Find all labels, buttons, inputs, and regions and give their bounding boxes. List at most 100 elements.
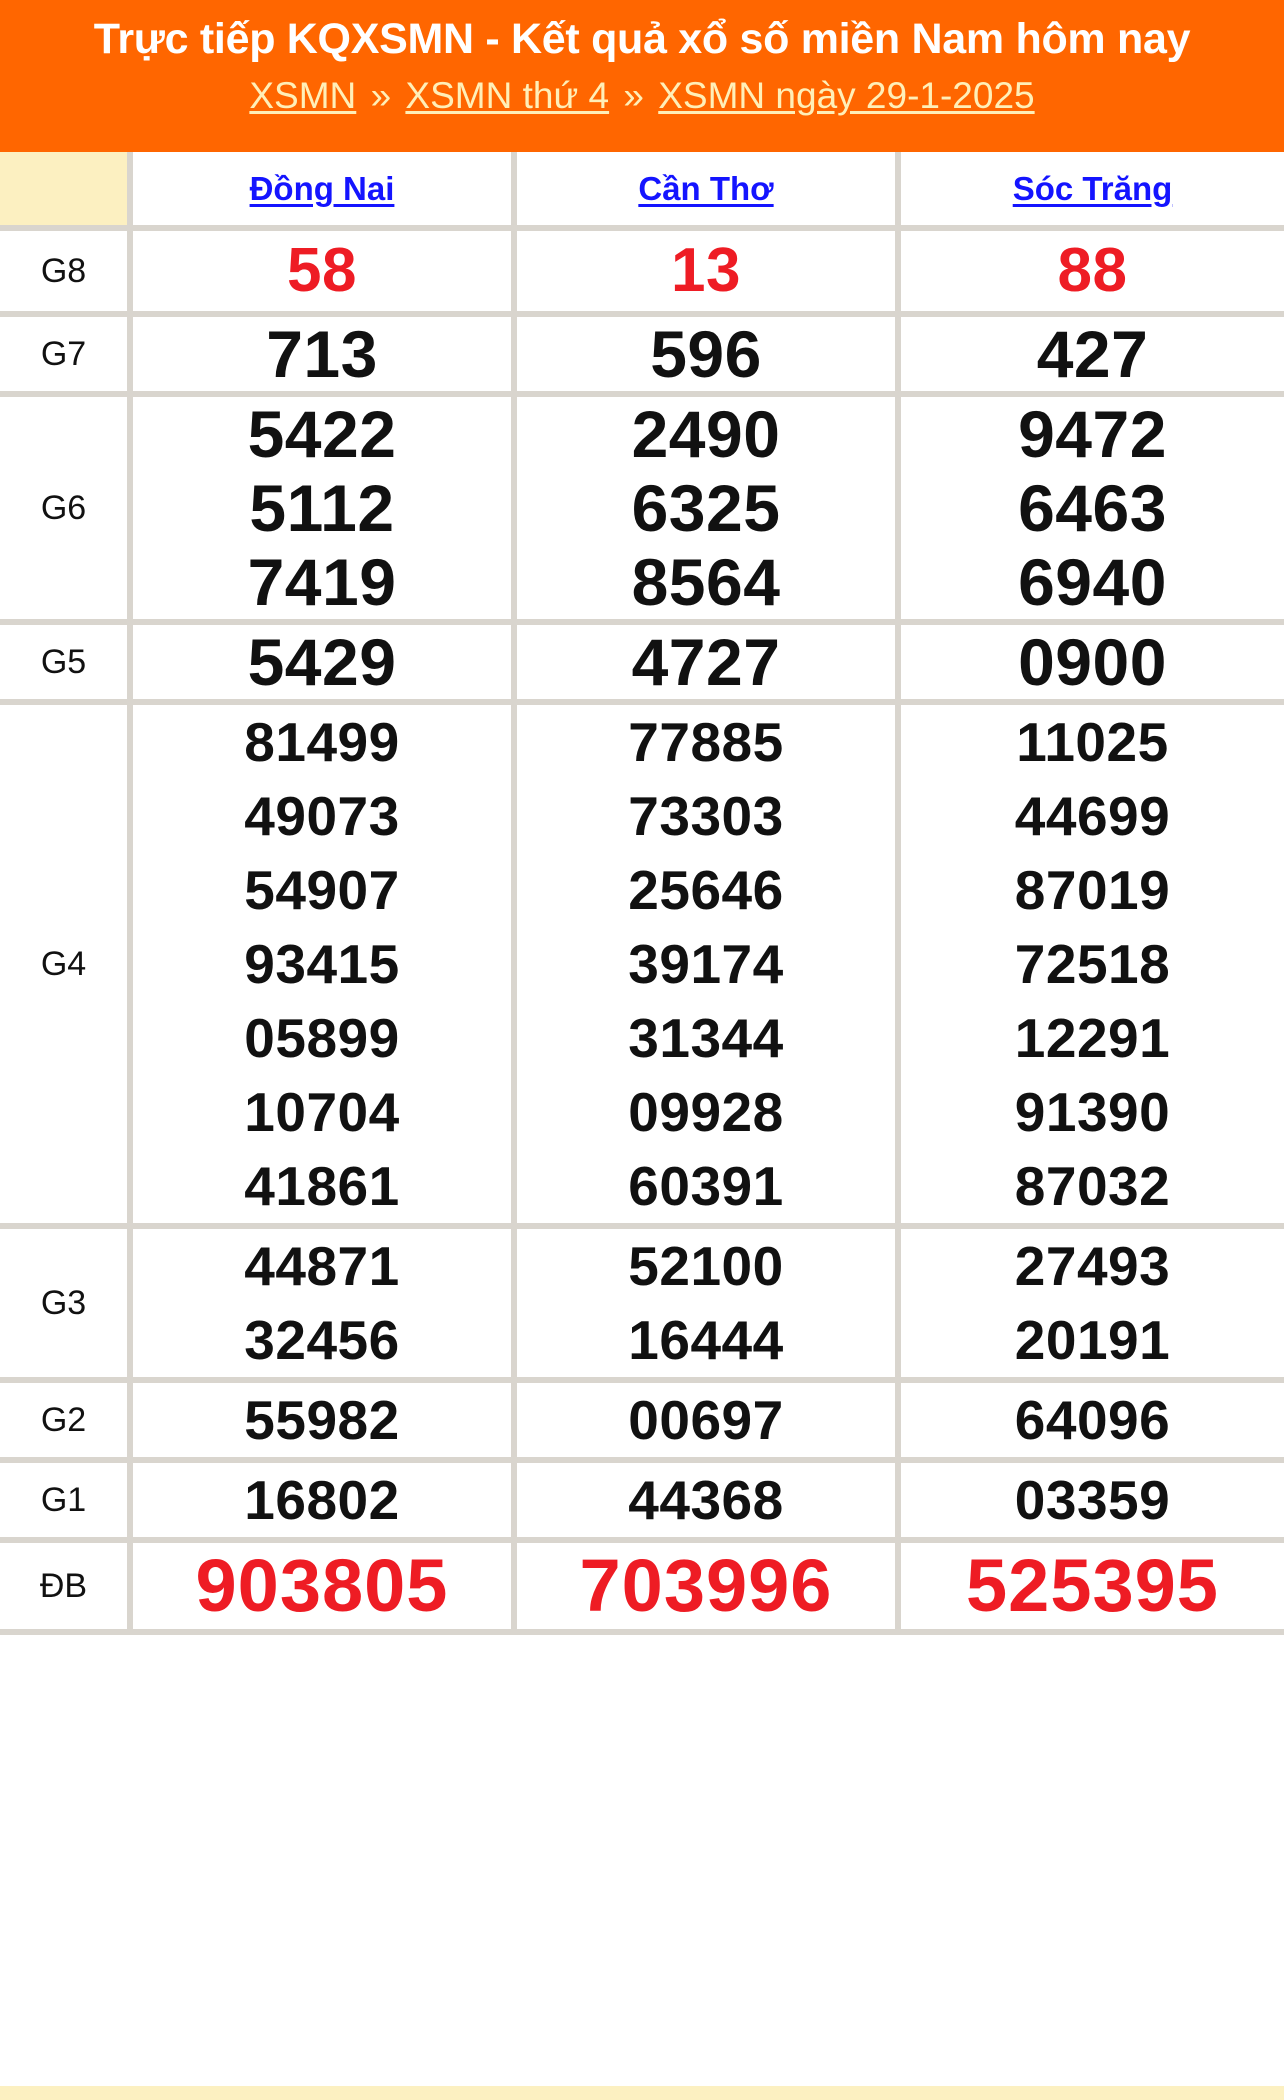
prize-number: 16444 (628, 1309, 784, 1371)
prize-label-text: G2 (40, 1400, 87, 1439)
number-stack: 77885 73303 25646 39174 31344 09928 60391 (517, 705, 895, 1223)
prize-label-text: G8 (40, 251, 87, 290)
prize-cell: 03359 (898, 1460, 1284, 1543)
number-stack: 713 (133, 317, 511, 391)
prize-cell: 703996 (514, 1540, 901, 1635)
prize-number: 27493 (1014, 1235, 1171, 1297)
table-head: Đồng Nai Cần Thơ Sóc Trăng (0, 152, 1284, 231)
prize-cell: 16802 (130, 1460, 517, 1543)
prize-number: 88 (1057, 236, 1128, 305)
number-stack: 44368 (517, 1463, 895, 1537)
prize-number: 6940 (1018, 545, 1167, 619)
province-header-3[interactable]: Sóc Trăng (898, 152, 1284, 231)
prize-number: 64096 (1014, 1389, 1171, 1451)
page-banner: Trực tiếp KQXSMN - Kết quả xổ số miền Na… (0, 0, 1284, 152)
prize-cell: 0900 (898, 622, 1284, 705)
prize-number: 52100 (628, 1235, 784, 1297)
prize-cell: 64096 (898, 1380, 1284, 1463)
number-stack: 11025 44699 87019 72518 12291 91390 87032 (901, 705, 1284, 1223)
number-stack: 58 (133, 234, 511, 308)
breadcrumb: XSMN » XSMN thứ 4 » XSMN ngày 29-1-2025 (0, 72, 1284, 120)
prize-label-text: G1 (40, 1480, 87, 1519)
breadcrumb-separator-1: » (370, 75, 392, 116)
prize-cell: 903805 (130, 1540, 517, 1635)
prize-number: 12291 (1014, 1007, 1171, 1069)
prize-row-g2: G2 55982 00697 64096 (0, 1380, 1284, 1463)
number-stack: 13 (517, 234, 895, 308)
prize-row-g5: G5 5429 4727 0900 (0, 622, 1284, 705)
prize-cell: 81499 49073 54907 93415 05899 10704 41861 (130, 702, 517, 1229)
prize-number: 03359 (1014, 1469, 1171, 1531)
breadcrumb-link-xsmn[interactable]: XSMN (249, 75, 356, 116)
number-stack: 64096 (901, 1383, 1284, 1457)
number-stack: 0900 (901, 625, 1284, 699)
prize-number: 8564 (631, 545, 781, 619)
number-stack: 44871 32456 (133, 1229, 511, 1377)
province-header-2[interactable]: Cần Thơ (514, 152, 901, 231)
prize-number: 91390 (1014, 1081, 1171, 1143)
prize-label: G2 (0, 1380, 133, 1463)
table-body: G8 58 13 88 G7 713 596 427 G6 5422 5112 7419 2490 632… (0, 228, 1284, 1635)
prize-number: 5422 (247, 397, 397, 471)
number-stack: 03359 (901, 1463, 1284, 1537)
prize-cell: 13 (514, 228, 901, 317)
prize-cell: 5422 5112 7419 (130, 394, 517, 625)
prize-number: 44368 (628, 1469, 784, 1531)
province-header-1[interactable]: Đồng Nai (130, 152, 517, 231)
prize-cell: 11025 44699 87019 72518 12291 91390 87032 (898, 702, 1284, 1229)
prize-label-text: G4 (40, 944, 87, 983)
prize-label-text: G7 (40, 334, 87, 373)
prize-cell: 44368 (514, 1460, 901, 1543)
prize-label: G7 (0, 314, 133, 397)
prize-label: G8 (0, 228, 133, 317)
number-stack: 525395 (901, 1549, 1284, 1623)
prize-label-text: ĐB (39, 1566, 88, 1605)
prize-number: 20191 (1014, 1309, 1171, 1371)
province-link-3[interactable]: Sóc Trăng (1013, 170, 1173, 207)
prize-number: 5112 (249, 471, 395, 545)
prize-cell: 27493 20191 (898, 1226, 1284, 1383)
number-stack: 16802 (133, 1463, 511, 1537)
prize-cell: 525395 (898, 1540, 1284, 1635)
breadcrumb-separator-2: » (623, 75, 644, 116)
number-stack: 52100 16444 (517, 1229, 895, 1377)
prize-row-g3: G3 44871 32456 52100 16444 27493 20191 (0, 1226, 1284, 1383)
prize-number: 39174 (628, 933, 784, 995)
breadcrumb-link-weekday[interactable]: XSMN thứ 4 (405, 75, 609, 116)
prize-label-text: G3 (40, 1283, 87, 1322)
prize-number: 16802 (244, 1469, 400, 1531)
number-stack: 55982 (133, 1383, 511, 1457)
province-link-1[interactable]: Đồng Nai (250, 170, 395, 207)
province-link-2[interactable]: Cần Thơ (638, 170, 773, 207)
prize-cell: 77885 73303 25646 39174 31344 09928 60391 (514, 702, 901, 1229)
prize-number: 05899 (244, 1007, 400, 1069)
prize-number: 13 (671, 236, 741, 305)
prize-number: 87019 (1014, 859, 1171, 921)
number-stack: 2490 6325 8564 (517, 397, 895, 619)
prize-cell: 596 (514, 314, 901, 397)
prize-number: 81499 (244, 711, 400, 773)
number-stack: 9472 6463 6940 (901, 397, 1284, 619)
prize-number: 31344 (628, 1007, 784, 1069)
prize-number: 58 (287, 236, 357, 305)
prize-label: G5 (0, 622, 133, 705)
prize-cell: 00697 (514, 1380, 901, 1463)
prize-cell: 55982 (130, 1380, 517, 1463)
prize-number: 49073 (244, 785, 400, 847)
prize-label: ĐB (0, 1540, 133, 1635)
prize-cell: 52100 16444 (514, 1226, 901, 1383)
lottery-results-table: Đồng Nai Cần Thơ Sóc Trăng G8 58 13 88 G7 713… (0, 152, 1284, 1635)
prize-cell: 5429 (130, 622, 517, 705)
number-stack: 27493 20191 (901, 1229, 1284, 1377)
prize-number: 2490 (631, 397, 781, 471)
prize-number: 25646 (628, 859, 784, 921)
prize-number: 87032 (1014, 1155, 1171, 1217)
breadcrumb-link-date[interactable]: XSMN ngày 29-1-2025 (658, 75, 1034, 116)
prize-number: 525395 (966, 1544, 1219, 1627)
number-stack: 596 (517, 317, 895, 391)
prize-label-text: G6 (40, 488, 87, 527)
number-stack: 903805 (133, 1549, 511, 1623)
prize-number: 72518 (1014, 933, 1171, 995)
prize-number: 6463 (1018, 471, 1167, 545)
prize-cell: 713 (130, 314, 517, 397)
